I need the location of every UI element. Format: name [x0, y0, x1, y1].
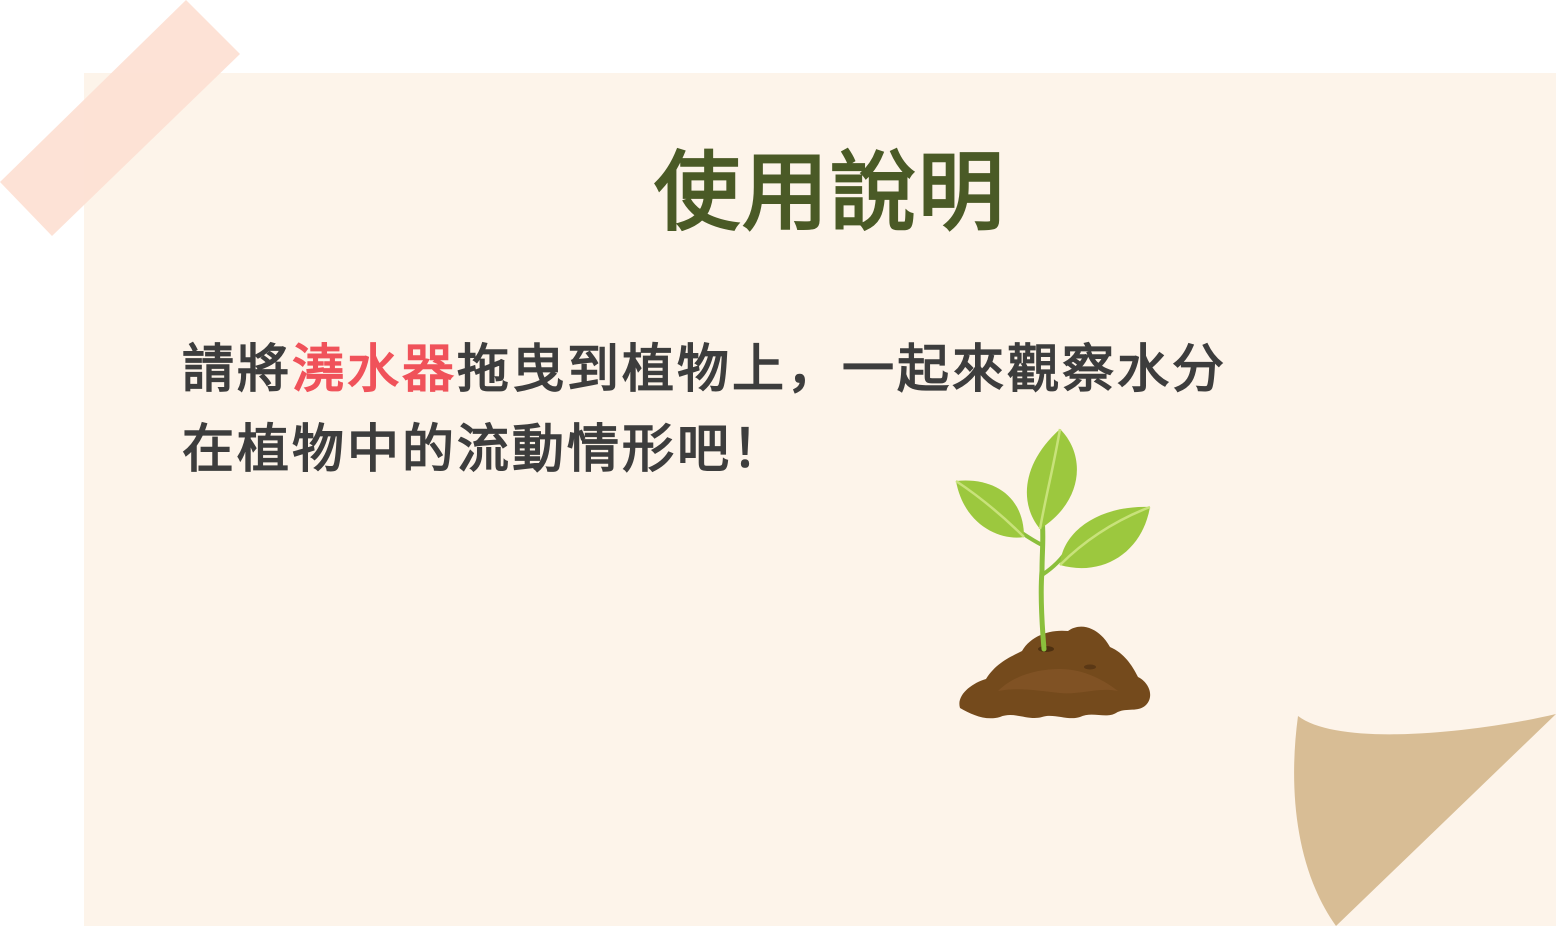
- instruction-text: 請將澆水器拖曳到植物上，一起來觀察水分在植物中的流動情形吧！: [182, 330, 1442, 490]
- instructions-screen: 使用說明 請將澆水器拖曳到植物上，一起來觀察水分在植物中的流動情形吧！: [0, 0, 1556, 926]
- instruction-text-part2: 拖曳到植物上，一起來觀察水分: [457, 340, 1228, 400]
- seedling-icon: [955, 428, 1151, 719]
- page-curl-icon: [1294, 714, 1556, 926]
- leaf-top: [1026, 429, 1077, 529]
- page-title: 使用說明: [654, 143, 1006, 243]
- instruction-text-line2: 在植物中的流動情形吧！: [182, 420, 788, 480]
- leaf-right: [1060, 506, 1150, 569]
- watering-can-keyword: 澆水器: [292, 340, 458, 400]
- instruction-text-part1: 請將: [182, 340, 293, 400]
- stem: [1038, 517, 1047, 652]
